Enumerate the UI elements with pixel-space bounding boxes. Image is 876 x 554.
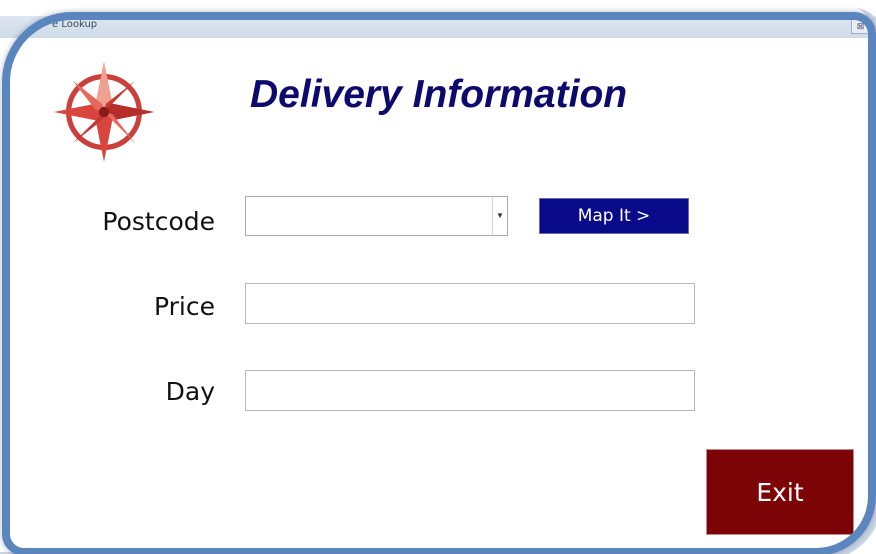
price-label: Price [154, 292, 215, 321]
compass-logo-icon [54, 62, 154, 162]
postcode-label: Postcode [102, 207, 215, 236]
delivery-information-window: e Lookup ⊠ Delivery Information Postcode… [0, 0, 876, 554]
title-bar: e Lookup ⊠ [0, 16, 876, 38]
exit-button[interactable]: Exit [706, 449, 854, 535]
day-field[interactable] [245, 370, 695, 411]
window-title: e Lookup [52, 19, 98, 30]
dropdown-arrow-icon[interactable]: ▼ [492, 197, 507, 235]
close-window-button[interactable]: ⊠ [851, 19, 870, 34]
day-label: Day [165, 377, 215, 406]
page-title: Delivery Information [250, 73, 628, 116]
postcode-dropdown[interactable]: ▼ [245, 196, 508, 236]
price-field[interactable] [245, 283, 695, 324]
map-it-button[interactable]: Map It > [539, 198, 689, 234]
